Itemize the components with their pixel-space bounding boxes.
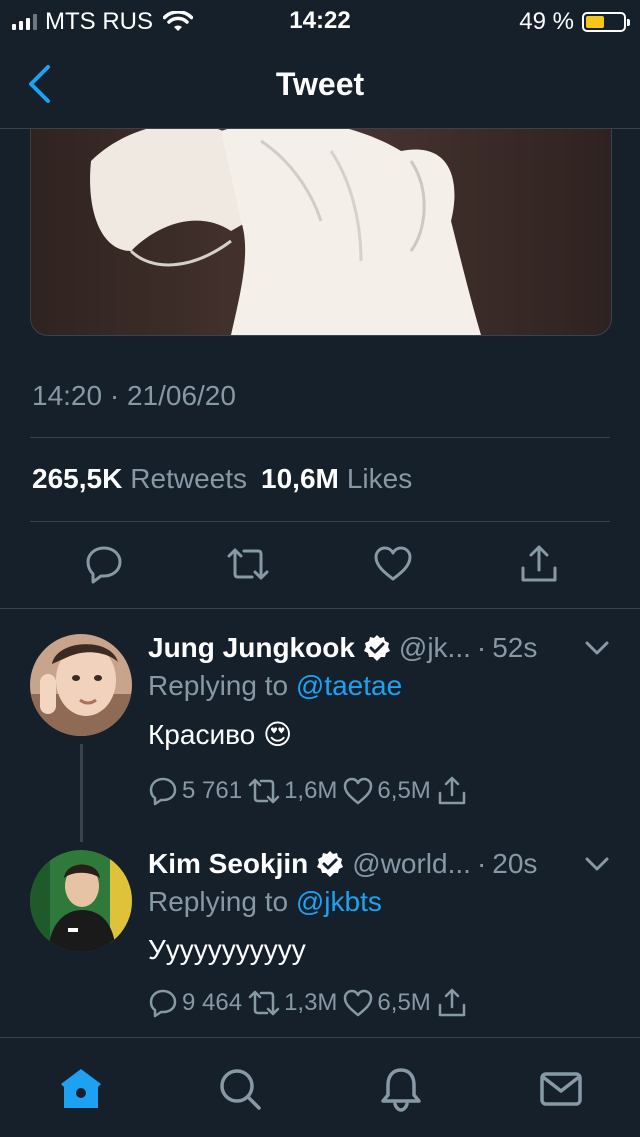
search-icon[interactable]	[217, 1066, 263, 1112]
retweets-label[interactable]: Retweets	[130, 463, 247, 494]
like-count: 6,5M	[377, 777, 431, 804]
notifications-icon[interactable]	[378, 1066, 424, 1112]
retweet-icon[interactable]	[248, 776, 280, 806]
share-icon[interactable]	[437, 776, 467, 806]
status-right: 49 %	[519, 8, 630, 36]
nav-bar: Tweet	[0, 40, 640, 129]
retweet-icon[interactable]	[226, 544, 270, 584]
messages-icon[interactable]	[538, 1066, 584, 1112]
separator-dot: ·	[476, 848, 487, 879]
battery-fill	[586, 16, 604, 28]
share-icon[interactable]	[519, 544, 559, 584]
likes-count[interactable]: 10,6M	[261, 463, 339, 494]
user-handle[interactable]: @jk...	[399, 632, 471, 664]
reply-icon[interactable]	[148, 776, 178, 806]
tweet-timestamp: 14:20 · 21/06/20	[32, 380, 236, 411]
avatar[interactable]	[30, 634, 132, 736]
divider	[30, 521, 610, 522]
reply-count: 9 464	[182, 989, 243, 1016]
reply-time: 20s	[492, 848, 538, 879]
replying-prefix: Replying to	[148, 670, 289, 701]
user-handle[interactable]: @world...	[352, 848, 471, 880]
verified-badge-icon	[363, 635, 390, 661]
replying-to-link[interactable]: @jkbts	[296, 886, 382, 917]
tweet-actions	[0, 544, 640, 588]
battery-percent: 49 %	[519, 8, 574, 35]
like-icon[interactable]	[373, 544, 413, 584]
verified-badge-icon	[317, 851, 344, 877]
share-icon[interactable]	[437, 988, 467, 1018]
like-icon[interactable]	[343, 776, 373, 806]
display-name[interactable]: Kim Seokjin	[148, 848, 308, 880]
reply-icon[interactable]	[148, 988, 178, 1018]
retweet-icon[interactable]	[248, 988, 280, 1018]
replying-to: Replying to @jkbts	[148, 886, 382, 918]
reply-header: Kim Seokjin @world... · 20s	[148, 848, 537, 880]
reply-header: Jung Jungkook @jk... · 52s	[148, 632, 537, 664]
reply-actions: 5 761 1,6M 6,5M	[148, 776, 471, 806]
reply-actions: 9 464 1,3M 6,5M	[148, 988, 471, 1018]
like-count: 6,5M	[377, 989, 431, 1016]
likes-label[interactable]: Likes	[347, 463, 412, 494]
reply-text: Ууууууууууу	[148, 934, 306, 965]
retweet-count: 1,6M	[284, 777, 338, 804]
reply-count: 5 761	[182, 777, 243, 804]
reply-text: Красиво 😍	[148, 719, 293, 750]
avatar[interactable]	[30, 850, 132, 952]
status-bar: MTS RUS 14:22 49 %	[0, 0, 640, 40]
battery-icon	[582, 12, 630, 32]
retweet-count: 1,3M	[284, 989, 338, 1016]
separator-dot: ·	[476, 632, 487, 663]
replying-prefix: Replying to	[148, 886, 289, 917]
divider	[30, 437, 610, 438]
reply-tweet[interactable]: Kim Seokjin @world... · 20s Replying to …	[0, 840, 640, 1036]
tweet-image[interactable]	[30, 100, 612, 336]
reply-tweet[interactable]: Jung Jungkook @jk... · 52s Replying to @…	[0, 608, 640, 840]
reply-time: 52s	[492, 632, 538, 663]
display-name[interactable]: Jung Jungkook	[148, 632, 355, 664]
tweet-stats: 265,5K Retweets 10,6M Likes	[32, 463, 426, 495]
page-title: Tweet	[275, 66, 365, 102]
like-icon[interactable]	[343, 988, 373, 1018]
retweets-count[interactable]: 265,5K	[32, 463, 122, 494]
reply-icon[interactable]	[84, 544, 124, 584]
chevron-down-icon[interactable]	[584, 640, 610, 656]
home-icon[interactable]	[58, 1066, 104, 1112]
replying-to-link[interactable]: @taetae	[296, 670, 402, 701]
tab-bar	[0, 1037, 640, 1137]
replying-to: Replying to @taetae	[148, 670, 402, 702]
chevron-down-icon[interactable]	[584, 856, 610, 872]
